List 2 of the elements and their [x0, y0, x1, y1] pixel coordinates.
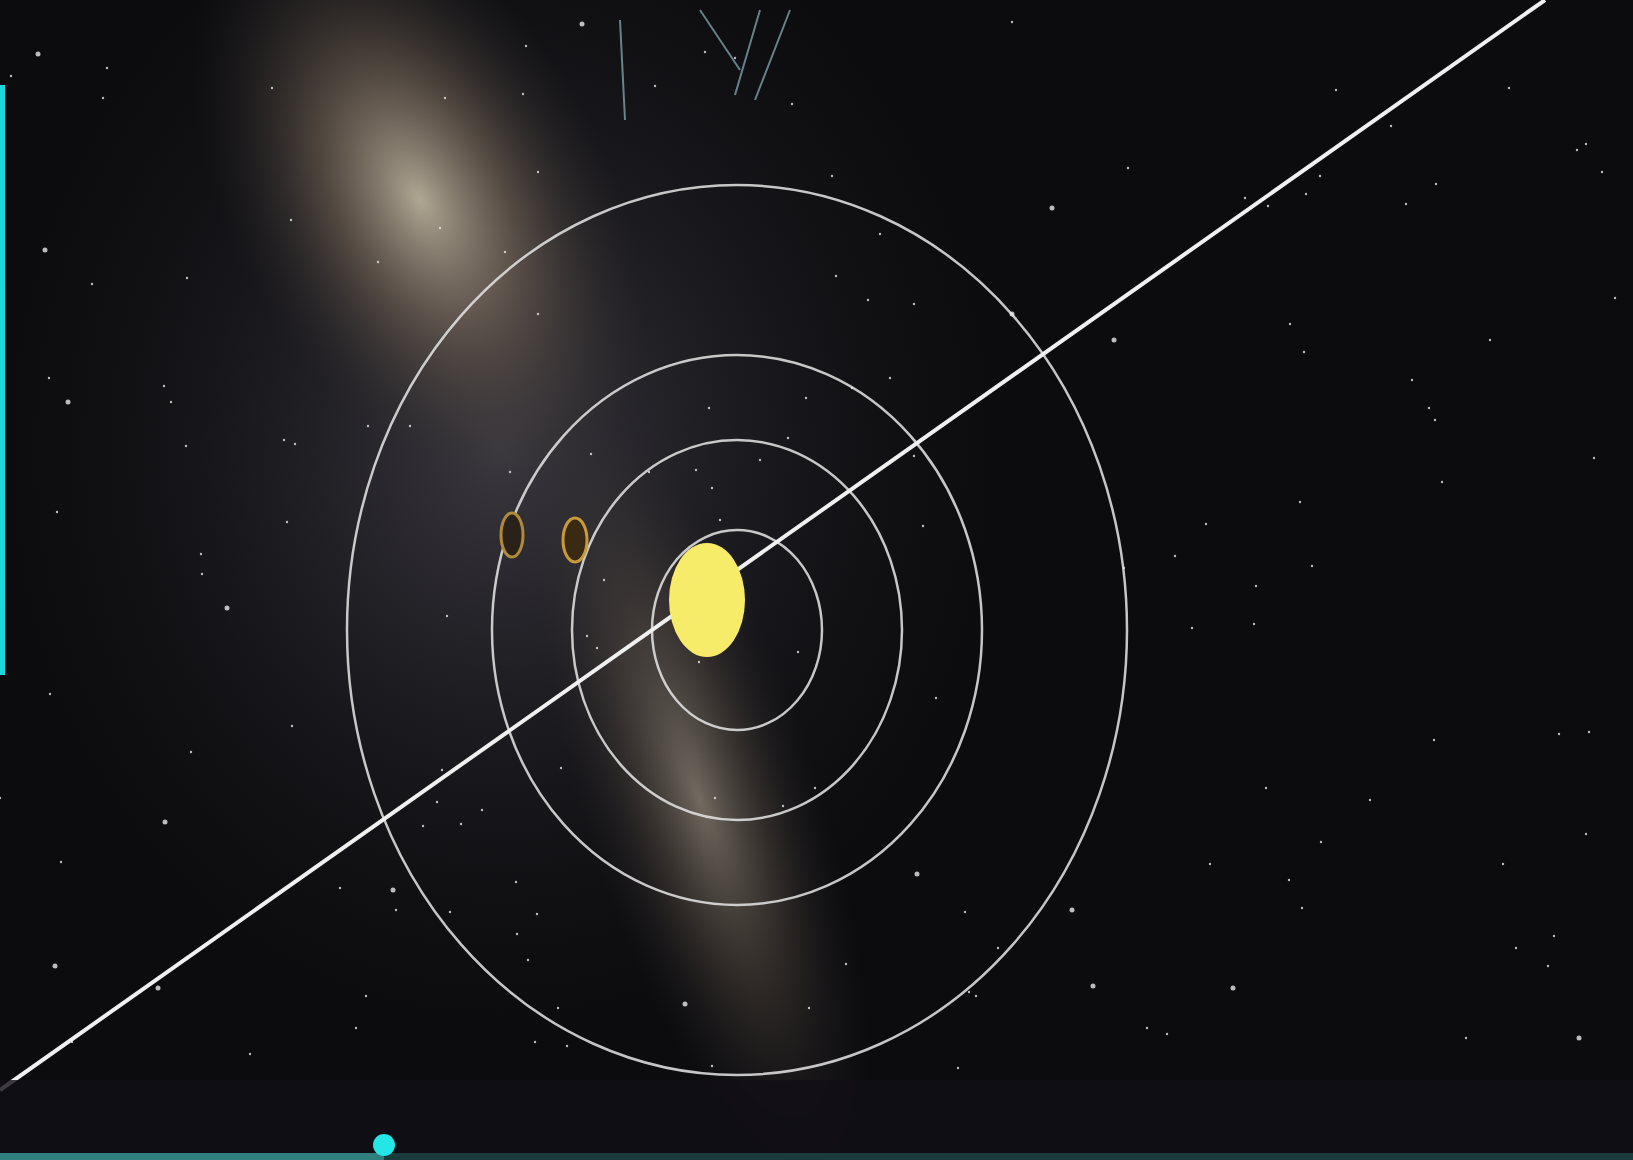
timeline-thumb[interactable] — [372, 1134, 395, 1156]
timeline-slider[interactable] — [0, 1134, 1633, 1160]
